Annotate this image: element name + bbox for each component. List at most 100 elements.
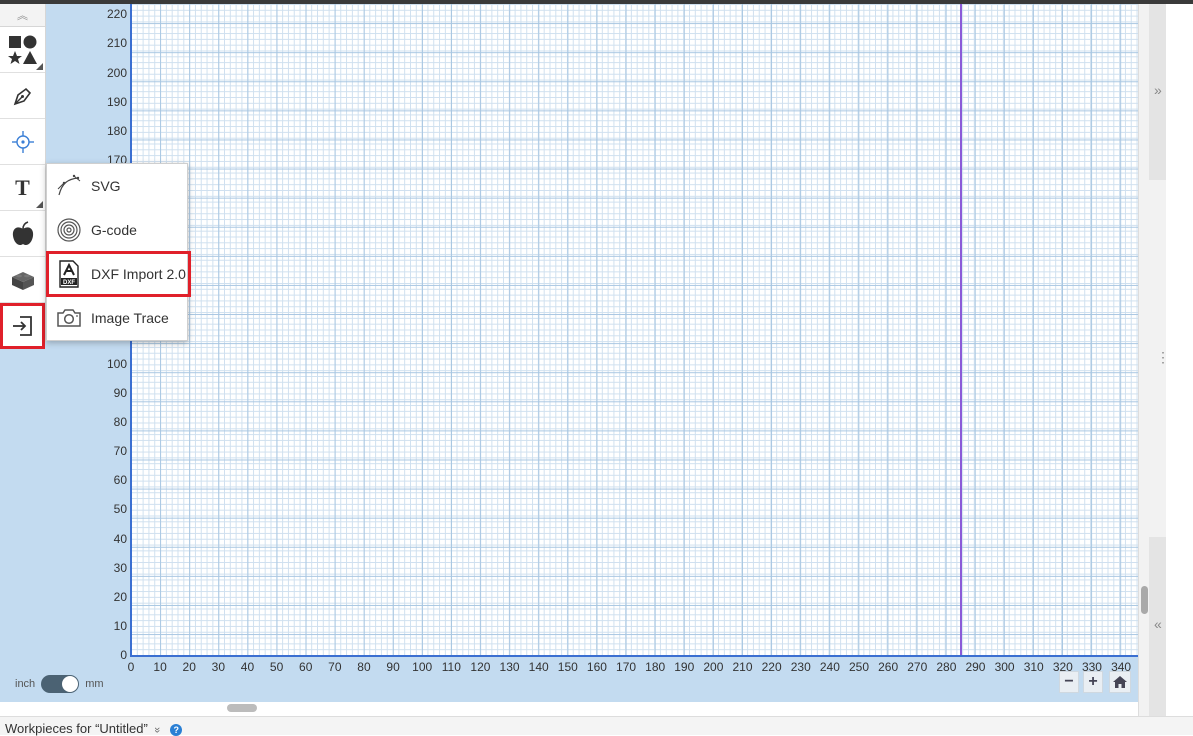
- home-icon: [1113, 676, 1128, 688]
- x-tick-label: 280: [936, 660, 957, 674]
- submenu-indicator: [36, 63, 43, 70]
- x-tick-label: 150: [557, 660, 578, 674]
- x-tick-label: 190: [674, 660, 695, 674]
- brick-icon: [11, 271, 34, 290]
- x-tick-label: 120: [470, 660, 491, 674]
- chevron-down-icon[interactable]: »: [152, 727, 164, 733]
- menu-item-label: G-code: [91, 222, 137, 238]
- x-tick-label: 130: [499, 660, 520, 674]
- x-tick-label: 40: [240, 660, 255, 674]
- x-tick-label: 180: [645, 660, 666, 674]
- x-tick-label: 60: [299, 660, 313, 674]
- right-margin: [1166, 4, 1193, 716]
- unit-toggle: inch mm: [15, 675, 104, 693]
- pen-nib-icon: [13, 87, 31, 105]
- x-tick-label: 90: [386, 660, 400, 674]
- x-tick-label: 140: [528, 660, 549, 674]
- import-menu: SVG G-code DXF DXF Import 2.0 Image Trac…: [46, 163, 191, 341]
- x-tick-label: 220: [761, 660, 782, 674]
- y-tick-label: 190: [106, 94, 127, 109]
- import-dxf-item[interactable]: DXF DXF Import 2.0: [46, 251, 191, 297]
- svg-curve-icon: [47, 173, 91, 199]
- gcode-spiral-icon: [47, 217, 91, 243]
- y-tick-label: 100: [106, 356, 127, 371]
- y-tick-label: 80: [113, 415, 127, 430]
- apple-icon: [12, 220, 33, 245]
- y-tick-label: 200: [106, 65, 127, 80]
- zoom-controls: − +: [1059, 671, 1131, 693]
- unit-mm-label: mm: [85, 678, 104, 690]
- x-tick-label: 290: [965, 660, 986, 674]
- x-tick-label: 170: [616, 660, 637, 674]
- y-tick-label: 70: [113, 444, 127, 459]
- y-tick-label: 30: [113, 560, 127, 575]
- x-tick-label: 210: [732, 660, 753, 674]
- double-chevron-right-icon[interactable]: »: [1154, 82, 1162, 98]
- x-tick-label: 230: [790, 660, 811, 674]
- menu-item-label: SVG: [91, 178, 121, 194]
- x-tick-label: 80: [357, 660, 371, 674]
- submenu-indicator: [36, 201, 43, 208]
- x-tick-label: 10: [153, 660, 167, 674]
- shapes-icon: [7, 35, 37, 64]
- zoom-home-button[interactable]: [1109, 671, 1131, 693]
- x-tick-label: 270: [907, 660, 928, 674]
- help-icon[interactable]: ?: [170, 724, 183, 736]
- switch-knob: [62, 676, 79, 692]
- x-tick-label: 20: [182, 660, 196, 674]
- import-tool-button[interactable]: [0, 303, 45, 349]
- y-tick-label: 210: [106, 36, 127, 51]
- x-tick-label: 100: [412, 660, 433, 674]
- y-tick-label: 50: [113, 502, 127, 517]
- x-tick-label: 200: [703, 660, 724, 674]
- svg-text:DXF: DXF: [63, 280, 75, 286]
- target-icon: [11, 130, 34, 153]
- point-tool-button[interactable]: [0, 119, 45, 165]
- y-tick-label: 180: [106, 123, 127, 138]
- canvas-grid-major: [131, 4, 1138, 656]
- x-tick-label: 300: [994, 660, 1015, 674]
- text-icon: T: [15, 174, 30, 200]
- import-icon: [12, 315, 32, 336]
- x-tick-label: 250: [848, 660, 870, 674]
- x-axis: [130, 655, 1138, 657]
- pen-tool-button[interactable]: [0, 73, 45, 119]
- import-svg-item[interactable]: SVG: [47, 164, 187, 208]
- double-chevron-left-icon[interactable]: «: [1154, 616, 1162, 632]
- workpieces-footer: Workpieces for “Untitled” » ?: [0, 716, 1193, 736]
- x-tick-label: 50: [269, 660, 284, 674]
- unit-inch-label: inch: [15, 678, 36, 690]
- text-tool-button[interactable]: T: [0, 165, 45, 211]
- y-tick-label: 40: [113, 531, 127, 546]
- import-gcode-item[interactable]: G-code: [47, 208, 187, 252]
- x-tick-label: 110: [441, 660, 461, 674]
- x-tick-label: 30: [211, 660, 226, 674]
- x-tick-label: 70: [328, 660, 342, 674]
- x-tick-label: 0: [127, 660, 135, 674]
- zoom-out-button[interactable]: −: [1059, 671, 1080, 693]
- shapes-tool-button[interactable]: [0, 27, 45, 73]
- machine-limit-line: [960, 4, 962, 656]
- menu-item-label: Image Trace: [91, 310, 169, 326]
- icon-library-tool-button[interactable]: [0, 211, 45, 257]
- y-tick-label: 10: [113, 618, 127, 633]
- horizontal-scrollbar-thumb[interactable]: [227, 704, 257, 712]
- menu-item-label: DXF Import 2.0: [91, 266, 186, 282]
- chevrons-up-icon[interactable]: ︽: [0, 4, 45, 27]
- zoom-in-button[interactable]: +: [1083, 671, 1104, 693]
- y-tick-label: 20: [113, 589, 127, 604]
- dxf-file-icon: DXF: [47, 260, 91, 288]
- y-tick-label: 60: [113, 473, 127, 488]
- x-tick-label: 160: [586, 660, 607, 674]
- unit-switch[interactable]: [41, 675, 80, 693]
- x-tick-label: 260: [878, 660, 899, 674]
- parts-library-tool-button[interactable]: [0, 257, 45, 303]
- import-image-trace-item[interactable]: Image Trace: [47, 296, 187, 340]
- vertical-scrollbar-thumb[interactable]: [1141, 586, 1148, 614]
- camera-icon: [47, 307, 91, 329]
- x-tick-label: 240: [819, 660, 840, 674]
- y-tick-label: 220: [106, 7, 127, 22]
- y-tick-label: 90: [113, 385, 127, 400]
- x-tick-label: 310: [1023, 660, 1044, 674]
- left-toolbar: ︽ T: [0, 4, 46, 349]
